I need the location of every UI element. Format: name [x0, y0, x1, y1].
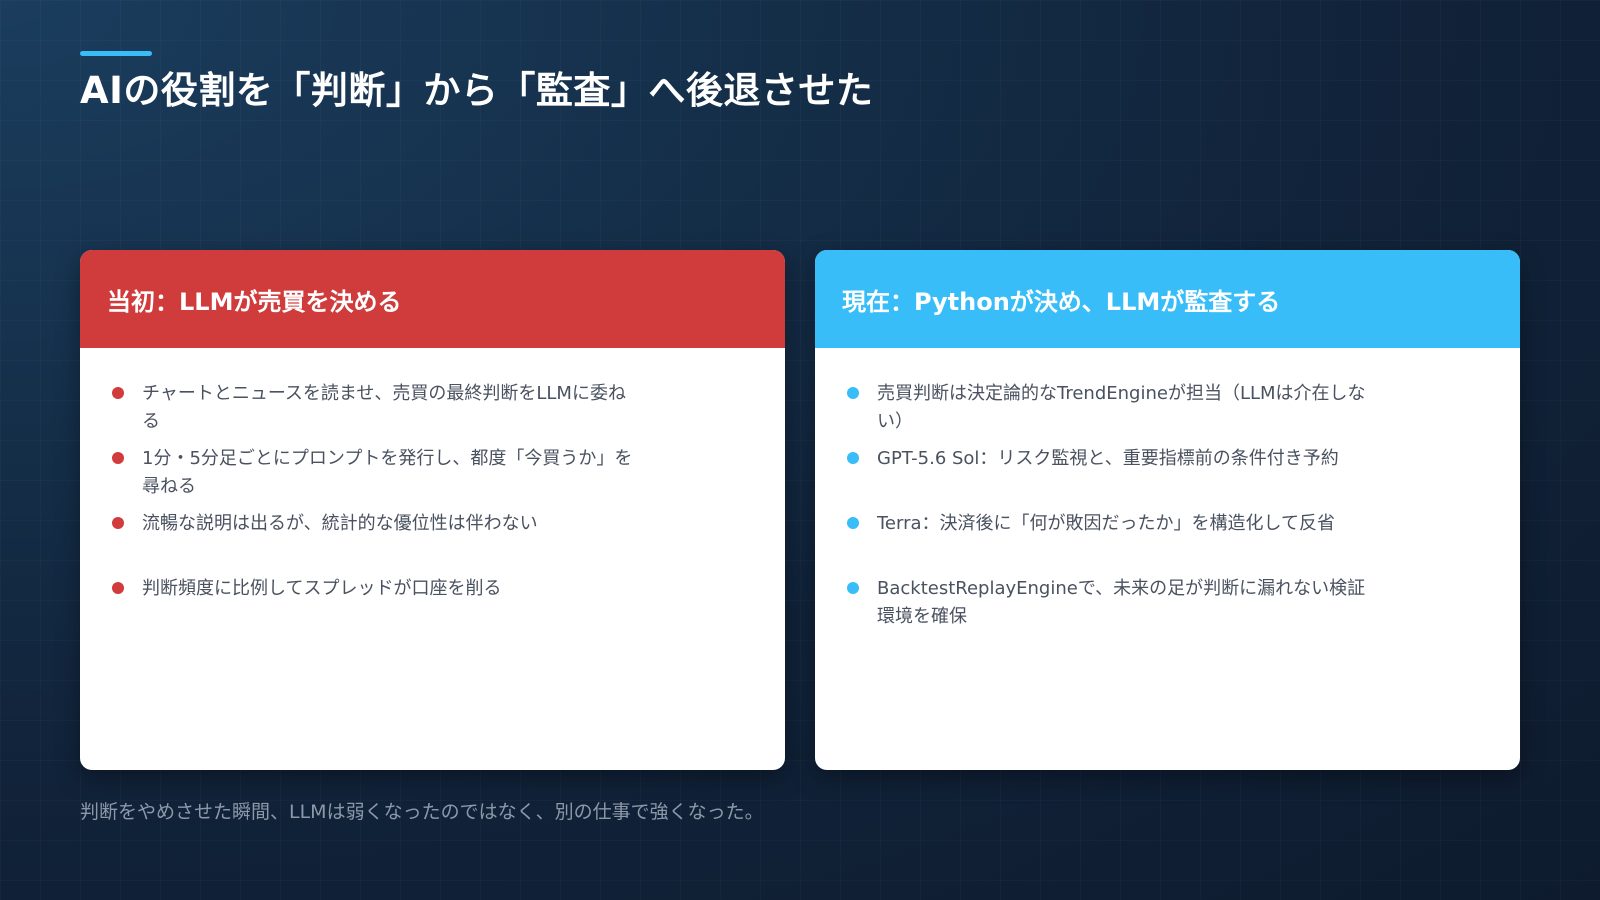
after-item-text: 売買判断は決定論的なTrendEngineが担当（LLMは介在しない） [877, 383, 1366, 432]
after-list-item: 売買判断は決定論的なTrendEngineが担当（LLMは介在しない） [847, 380, 1500, 436]
bullet-icon [112, 387, 124, 399]
after-item-text: BacktestReplayEngineで、未来の足が判断に漏れない検証環境を確… [877, 578, 1366, 627]
bullet-icon [112, 517, 124, 529]
bullet-icon [847, 582, 859, 594]
before-item-text: チャートとニュースを読ませ、売買の最終判断をLLMに委ねる [142, 383, 626, 432]
before-item-text: 1分・5分足ごとにプロンプトを発行し、都度「今買うか」を尋ねる [142, 448, 633, 497]
title-accent-bar [80, 51, 152, 56]
bullet-icon [847, 452, 859, 464]
after-list-item: GPT-5.6 Sol：リスク監視と、重要指標前の条件付き予約 [847, 445, 1500, 473]
before-list-item: 1分・5分足ごとにプロンプトを発行し、都度「今買うか」を尋ねる [112, 445, 765, 501]
before-card-header: 当初：LLMが売買を決める [80, 250, 785, 348]
after-item-text: GPT-5.6 Sol：リスク監視と、重要指標前の条件付き予約 [877, 448, 1339, 469]
after-card: 現在：Pythonが決め、LLMが監査する 売買判断は決定論的なTrendEng… [815, 250, 1520, 770]
before-list-item: 流暢な説明は出るが、統計的な優位性は伴わない [112, 510, 765, 538]
bullet-icon [112, 452, 124, 464]
before-list-item: 判断頻度に比例してスプレッドが口座を削る [112, 575, 765, 603]
bullet-icon [847, 387, 859, 399]
after-list-item: Terra：決済後に「何が敗因だったか」を構造化して反省 [847, 510, 1500, 538]
after-card-header: 現在：Pythonが決め、LLMが監査する [815, 250, 1520, 348]
before-item-text: 流暢な説明は出るが、統計的な優位性は伴わない [142, 513, 538, 534]
after-list-item: BacktestReplayEngineで、未来の足が判断に漏れない検証環境を確… [847, 575, 1500, 631]
after-item-text: Terra：決済後に「何が敗因だったか」を構造化して反省 [877, 513, 1335, 534]
before-item-text: 判断頻度に比例してスプレッドが口座を削る [142, 578, 502, 599]
bullet-icon [112, 582, 124, 594]
footer-caption: 判断をやめさせた瞬間、LLMは弱くなったのではなく、別の仕事で強くなった。 [80, 801, 764, 823]
bullet-icon [847, 517, 859, 529]
page-title: AIの役割を「判断」から「監査」へ後退させた [80, 69, 874, 112]
before-card: 当初：LLMが売買を決める チャートとニュースを読ませ、売買の最終判断をLLMに… [80, 250, 785, 770]
before-list-item: チャートとニュースを読ませ、売買の最終判断をLLMに委ねる [112, 380, 765, 436]
